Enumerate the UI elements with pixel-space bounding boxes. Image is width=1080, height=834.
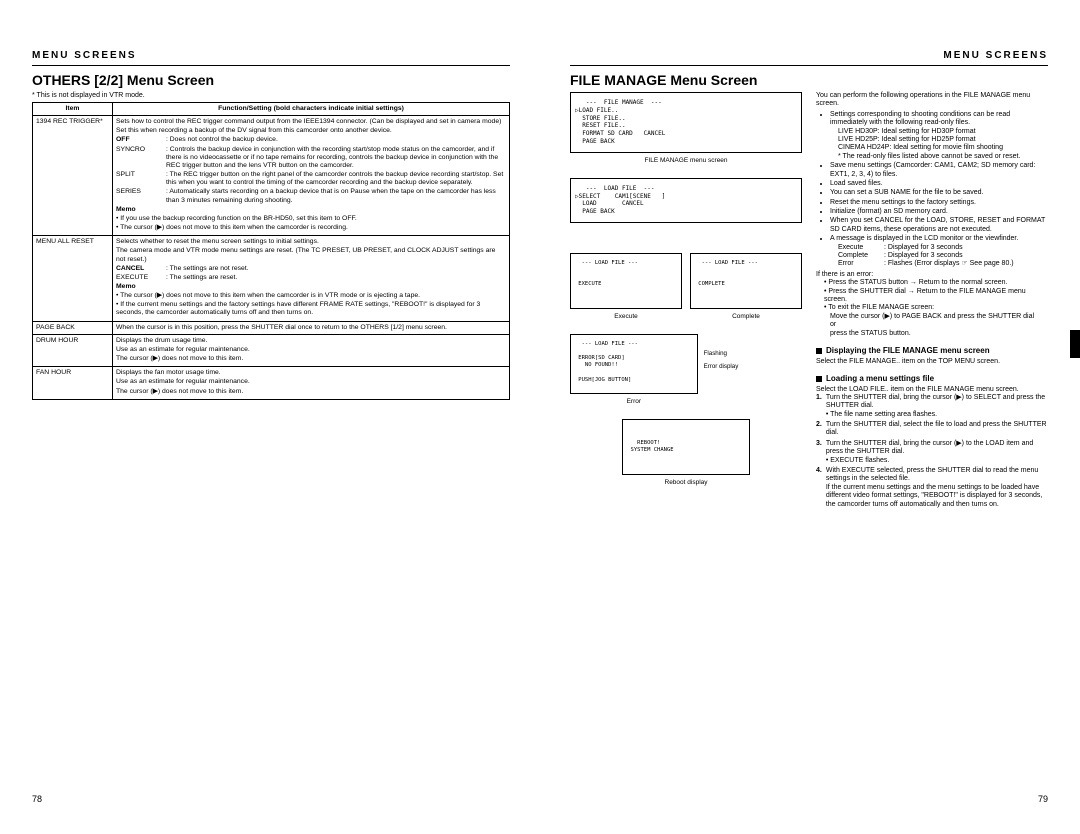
lcd-load-file: --- LOAD FILE --- ▷SELECT CAM1[SCENE ] L… (570, 178, 802, 223)
square-icon (816, 348, 822, 354)
function-cell: Selects whether to reset the menu screen… (113, 236, 510, 321)
lcd-error: --- LOAD FILE --- ERROR[SD CARD] NO FOUN… (570, 334, 698, 394)
item-cell: MENU ALL RESET (33, 236, 113, 321)
lcd-column: --- FILE MANAGE --- ▷LOAD FILE.. STORE F… (570, 92, 802, 511)
page-title: OTHERS [2/2] Menu Screen (32, 72, 510, 88)
square-icon (816, 376, 822, 382)
lcd-caption: FILE MANAGE menu screen (570, 157, 802, 164)
function-cell: Displays the drum usage time. Use as an … (113, 334, 510, 366)
item-cell: DRUM HOUR (33, 334, 113, 366)
item-cell: FAN HOUR (33, 367, 113, 399)
page-number: 79 (1038, 794, 1048, 804)
table-row: 1394 REC TRIGGER* Sets how to control th… (33, 116, 510, 236)
lcd-execute: --- LOAD FILE --- EXECUTE (570, 253, 682, 309)
th-function: Function/Setting (bold characters indica… (113, 103, 510, 116)
subhead-display: Displaying the FILE MANAGE menu screen (816, 346, 1048, 356)
page-left: MENU SCREENS OTHERS [2/2] Menu Screen * … (0, 0, 540, 834)
lcd-caption: Reboot display (622, 479, 750, 486)
item-cell: PAGE BACK (33, 321, 113, 334)
lcd-complete: --- LOAD FILE --- COMPLETE (690, 253, 802, 309)
section-header: MENU SCREENS (32, 50, 510, 61)
table-row: FAN HOUR Displays the fan motor usage ti… (33, 367, 510, 399)
table-row: PAGE BACK When the cursor is in this pos… (33, 321, 510, 334)
header-rule (570, 65, 1048, 66)
lcd-caption: Error (570, 398, 698, 405)
section-tab (1070, 330, 1080, 358)
section-header: MENU SCREENS (570, 50, 1048, 61)
page-title: FILE MANAGE Menu Screen (570, 72, 1048, 88)
function-cell: Sets how to control the REC trigger comm… (113, 116, 510, 236)
page-number: 78 (32, 794, 42, 804)
function-cell: Displays the fan motor usage time. Use a… (113, 367, 510, 399)
table-row: DRUM HOUR Displays the drum usage time. … (33, 334, 510, 366)
header-rule (32, 65, 510, 66)
function-cell: When the cursor is in this position, pre… (113, 321, 510, 334)
lcd-file-manage: --- FILE MANAGE --- ▷LOAD FILE.. STORE F… (570, 92, 802, 153)
th-item: Item (33, 103, 113, 116)
item-cell: 1394 REC TRIGGER* (33, 116, 113, 236)
lcd-caption: Execute (570, 313, 682, 320)
lcd-caption: Complete (690, 313, 802, 320)
subhead-loading: Loading a menu settings file (816, 374, 1048, 384)
lcd-reboot: REBOOT! SYSTEM CHANGE (622, 419, 750, 475)
menu-table: Item Function/Setting (bold characters i… (32, 102, 510, 400)
text-column: You can perform the following operations… (816, 92, 1048, 511)
page-right: MENU SCREENS FILE MANAGE Menu Screen ---… (540, 0, 1080, 834)
vtr-note: * This is not displayed in VTR mode. (32, 92, 510, 99)
table-row: MENU ALL RESET Selects whether to reset … (33, 236, 510, 321)
